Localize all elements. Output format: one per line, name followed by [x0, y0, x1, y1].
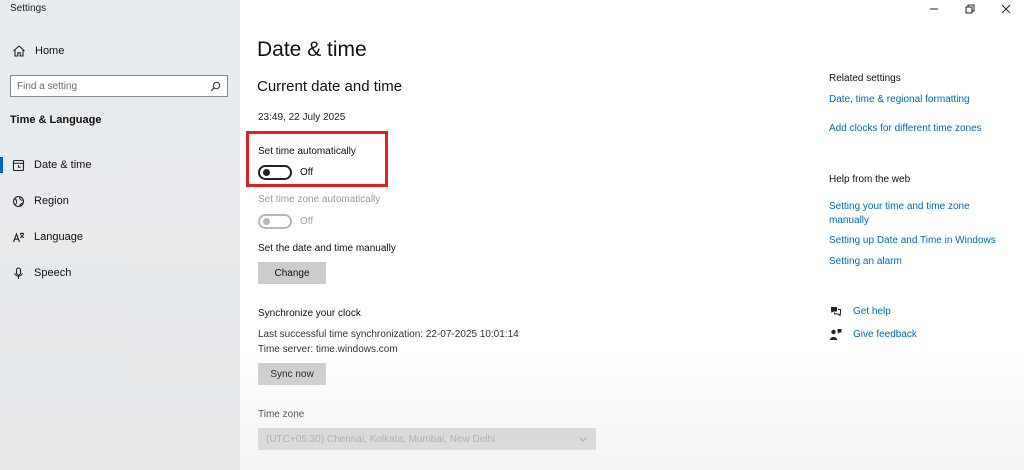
timezone-value: (UTC+05:30) Chennai, Kolkata, Mumbai, Ne…	[266, 433, 496, 445]
section-title: Current date and time	[257, 78, 403, 95]
sidebar-item-label: Region	[34, 195, 69, 207]
last-sync-text: Last successful time synchronization: 22…	[258, 329, 519, 340]
get-help-label: Get help	[853, 306, 891, 317]
sidebar-item-label: Date & time	[34, 159, 92, 171]
chevron-down-icon	[579, 437, 587, 442]
toggle-knob	[263, 169, 270, 176]
sync-now-button[interactable]: Sync now	[258, 363, 326, 385]
sidebar-section-title: Time & Language	[10, 114, 102, 126]
app-title: Settings	[10, 3, 47, 14]
feedback-icon	[829, 329, 842, 340]
current-datetime: 23:49, 22 July 2025	[258, 112, 346, 123]
timezone-dropdown[interactable]: (UTC+05:30) Chennai, Kolkata, Mumbai, Ne…	[258, 428, 596, 450]
sidebar-item-region[interactable]: Region	[0, 189, 240, 213]
microphone-icon	[14, 266, 23, 279]
restore-icon	[965, 4, 975, 14]
restore-button[interactable]	[952, 0, 988, 18]
sidebar: Settings Home Time & Language Date & tim…	[0, 0, 240, 470]
change-button[interactable]: Change	[258, 262, 326, 284]
clock-icon	[12, 159, 25, 171]
related-settings-heading: Related settings	[829, 73, 901, 84]
set-timezone-auto-toggle	[258, 214, 292, 229]
link-add-clocks[interactable]: Add clocks for different time zones	[829, 122, 982, 136]
set-timezone-auto-state: Off	[300, 216, 314, 227]
help-chat-icon	[831, 307, 841, 317]
sidebar-item-label: Language	[34, 231, 83, 243]
timezone-heading: Time zone	[258, 409, 305, 420]
page-title: Date & time	[257, 38, 367, 61]
globe-icon	[12, 195, 25, 207]
sidebar-item-label: Speech	[34, 267, 72, 279]
link-regional-formatting[interactable]: Date, time & regional formatting	[829, 93, 970, 107]
nav-home[interactable]: Home	[12, 42, 64, 60]
language-icon	[12, 231, 25, 242]
window-controls	[916, 0, 1024, 18]
search-icon[interactable]	[210, 81, 221, 92]
link-setup-date-time[interactable]: Setting up Date and Time in Windows	[829, 234, 996, 248]
set-time-auto-state: Off	[300, 167, 314, 178]
time-server-text: Time server: time.windows.com	[258, 344, 398, 355]
minimize-icon	[930, 8, 938, 10]
get-help-link[interactable]: Get help	[829, 305, 891, 318]
sidebar-item-date-time[interactable]: Date & time	[0, 153, 240, 177]
sidebar-item-speech[interactable]: Speech	[0, 261, 240, 285]
link-set-time-manually[interactable]: Setting your time and time zone manually	[829, 200, 999, 228]
search-input[interactable]	[17, 80, 210, 92]
set-time-auto-label: Set time automatically	[258, 146, 356, 157]
manual-label: Set the date and time manually	[258, 243, 396, 254]
toggle-knob	[263, 218, 270, 225]
sync-heading: Synchronize your clock	[258, 308, 361, 319]
home-icon	[13, 45, 25, 57]
set-time-auto-toggle[interactable]	[258, 165, 292, 180]
close-button[interactable]	[988, 0, 1024, 18]
give-feedback-label: Give feedback	[853, 329, 917, 340]
link-set-alarm[interactable]: Setting an alarm	[829, 255, 902, 269]
fade-overlay	[240, 350, 1024, 470]
help-web-heading: Help from the web	[829, 174, 911, 185]
minimize-button[interactable]	[916, 0, 952, 18]
nav-home-label: Home	[35, 45, 65, 57]
sidebar-item-language[interactable]: Language	[0, 225, 240, 249]
set-timezone-auto-label: Set time zone automatically	[258, 194, 381, 205]
close-icon	[1001, 4, 1011, 14]
search-box[interactable]	[10, 75, 228, 97]
give-feedback-link[interactable]: Give feedback	[829, 328, 917, 341]
